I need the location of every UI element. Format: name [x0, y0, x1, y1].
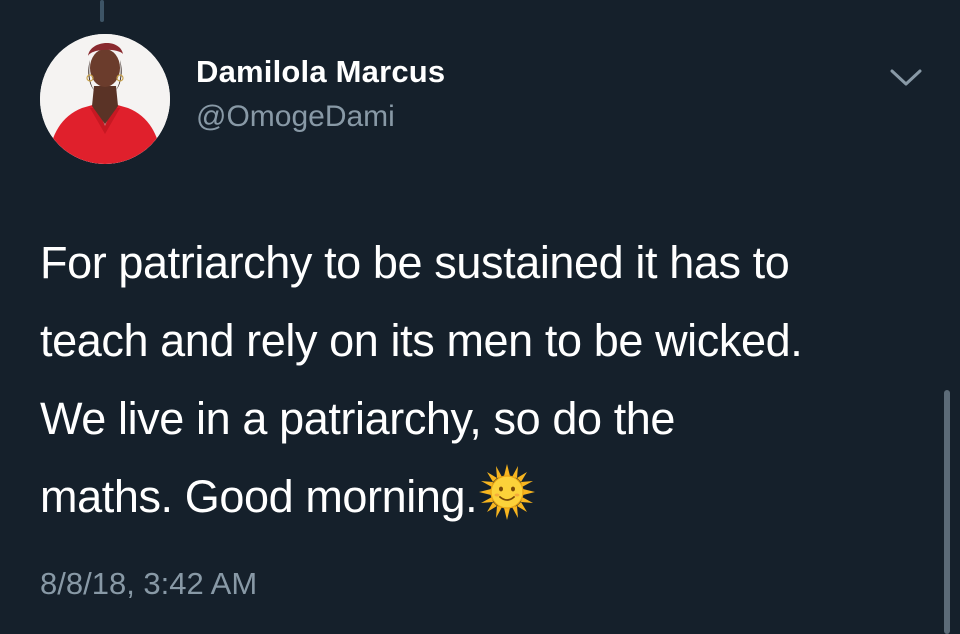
tweet-text-line: For patriarchy to be sustained it has to — [40, 237, 790, 288]
tweet-page: Damilola Marcus @OmogeDami For patriarch… — [0, 0, 960, 634]
thread-connector-line — [100, 0, 104, 22]
tweet-text: For patriarchy to be sustained it has to… — [40, 224, 920, 536]
tweet-text-line: maths. Good morning. — [40, 471, 478, 522]
avatar-photo — [40, 34, 170, 164]
avatar[interactable] — [40, 34, 170, 164]
tweet-text-line-last: maths. Good morning. — [40, 458, 920, 536]
scrollbar-thumb[interactable] — [944, 390, 950, 634]
sun-with-face-icon — [479, 464, 536, 544]
author-handle[interactable]: @OmogeDami — [196, 100, 395, 134]
tweet-menu-chevron-icon[interactable] — [888, 64, 924, 90]
tweet-text-line: We live in a patriarchy, so do the — [40, 393, 676, 444]
author-display-name[interactable]: Damilola Marcus — [196, 54, 445, 90]
tweet-text-line: teach and rely on its men to be wicked. — [40, 315, 803, 366]
tweet-timestamp[interactable]: 8/8/18, 3:42 AM — [40, 566, 257, 602]
